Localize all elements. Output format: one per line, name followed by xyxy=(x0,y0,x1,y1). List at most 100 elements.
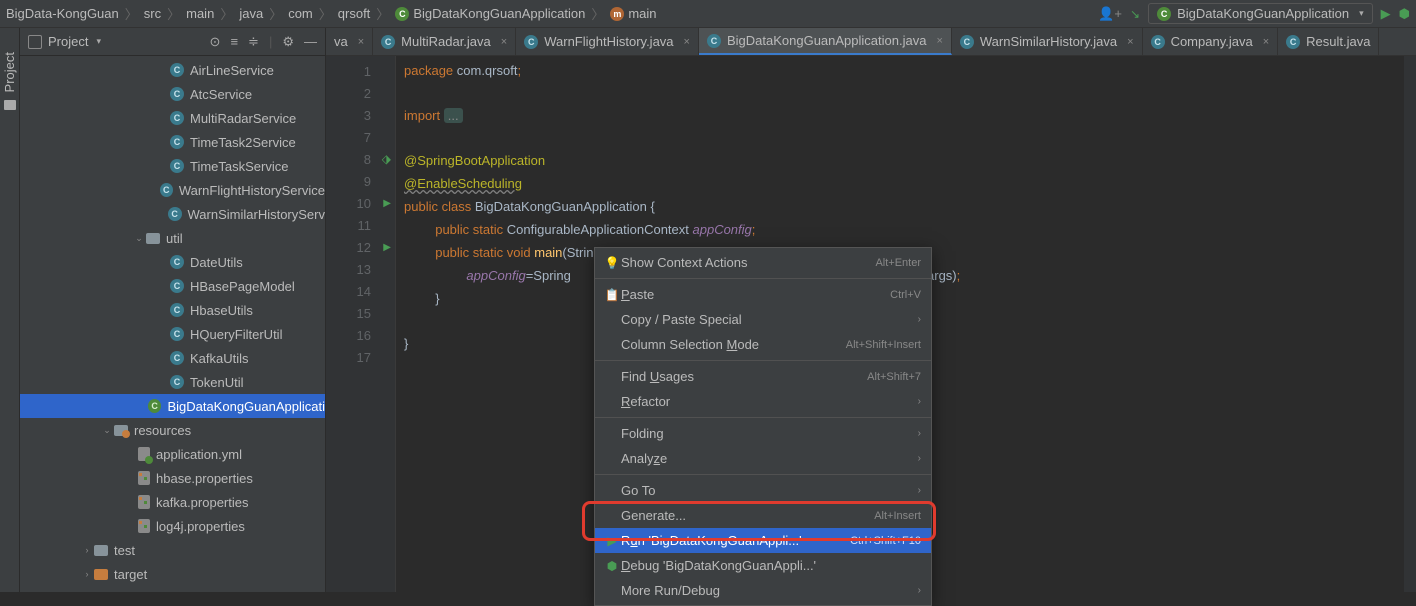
java-icon: C xyxy=(524,35,538,49)
project-tool-window: Project ⊙ ≡ ≑ | ⚙ — CAirLineService CAtc… xyxy=(20,28,326,592)
run-config-selector[interactable]: CBigDataKongGuanApplication xyxy=(1148,3,1373,24)
left-stripe: Project xyxy=(0,28,20,592)
divider-icon: | xyxy=(269,34,272,49)
tree-item[interactable]: CTokenUtil xyxy=(20,370,325,394)
tree-item[interactable]: CDateUtils xyxy=(20,250,325,274)
java-icon: C xyxy=(1286,35,1300,49)
java-icon: C xyxy=(1151,35,1165,49)
ctx-goto[interactable]: Go To› xyxy=(595,478,931,503)
ctx-debug[interactable]: ⬢Debug 'BigDataKongGuanAppli...' xyxy=(595,553,931,578)
ctx-find-usages[interactable]: Find UsagesAlt+Shift+7 xyxy=(595,364,931,389)
select-opened-file-icon[interactable]: ⊙ xyxy=(210,34,221,50)
collapse-all-icon[interactable]: ≑ xyxy=(248,34,259,50)
paste-icon: 📋 xyxy=(603,288,621,302)
breadcrumb-item[interactable]: CBigDataKongGuanApplication〉 xyxy=(395,4,606,23)
separator xyxy=(595,417,931,418)
close-icon[interactable]: × xyxy=(358,36,364,48)
java-icon: C xyxy=(707,34,721,48)
folder-icon xyxy=(4,100,16,110)
line-gutter[interactable]: 1 2 3 7 8⬗ 9 10▶ 11 12▶ 13 14 15 16 17 xyxy=(326,56,396,592)
play-icon: ▶ xyxy=(603,534,621,548)
breadcrumb-item[interactable]: mmain xyxy=(610,6,656,21)
chevron-right-icon: › xyxy=(918,453,921,464)
editor-tab[interactable]: CWarnFlightHistory.java× xyxy=(516,28,699,55)
close-icon[interactable]: × xyxy=(501,36,507,48)
tree-item[interactable]: CHQueryFilterUtil xyxy=(20,322,325,346)
ctx-folding[interactable]: Folding› xyxy=(595,421,931,446)
editor-tab[interactable]: CWarnSimilarHistory.java× xyxy=(952,28,1143,55)
ctx-generate[interactable]: Generate...Alt+Insert xyxy=(595,503,931,528)
run-gutter-icon[interactable]: ▶ xyxy=(383,242,391,253)
ctx-more-run[interactable]: More Run/Debug› xyxy=(595,578,931,603)
tree-folder-util[interactable]: ⌄util xyxy=(20,226,325,250)
person-plus-icon[interactable]: 👤+ xyxy=(1098,6,1122,22)
navigation-bar: BigData-KongGuan〉 src〉 main〉 java〉 com〉 … xyxy=(0,0,1416,28)
project-title[interactable]: Project xyxy=(48,34,101,49)
breadcrumb-item[interactable]: main〉 xyxy=(186,4,235,23)
java-icon: C xyxy=(381,35,395,49)
breadcrumb-item[interactable]: qrsoft〉 xyxy=(338,4,392,23)
ctx-show-actions[interactable]: 💡Show Context ActionsAlt+Enter xyxy=(595,250,931,275)
tree-folder-target[interactable]: ›target xyxy=(20,562,325,586)
expand-all-icon[interactable]: ≡ xyxy=(230,34,238,49)
chevron-right-icon: › xyxy=(918,585,921,596)
tree-item[interactable]: CHBasePageModel xyxy=(20,274,325,298)
breadcrumb-item[interactable]: java〉 xyxy=(239,4,284,23)
hide-icon[interactable]: — xyxy=(304,34,317,49)
bulb-icon: 💡 xyxy=(603,256,621,270)
ctx-analyze[interactable]: Analyze› xyxy=(595,446,931,471)
right-gutter xyxy=(1404,56,1416,592)
tree-folder-resources[interactable]: ⌄resources xyxy=(20,418,325,442)
ctx-run[interactable]: ▶Run 'BigDataKongGuanAppli...'Ctrl+Shift… xyxy=(595,528,931,553)
breadcrumb-item[interactable]: BigData-KongGuan〉 xyxy=(6,4,140,23)
breadcrumb-item[interactable]: com〉 xyxy=(288,4,334,23)
bug-icon: ⬢ xyxy=(603,559,621,573)
project-tree[interactable]: CAirLineService CAtcService CMultiRadarS… xyxy=(20,56,325,592)
project-header: Project ⊙ ≡ ≑ | ⚙ — xyxy=(20,28,325,56)
separator xyxy=(595,278,931,279)
tree-item[interactable]: CKafkaUtils xyxy=(20,346,325,370)
editor-tab[interactable]: CResult.java xyxy=(1278,28,1379,55)
tree-item[interactable]: CAirLineService xyxy=(20,58,325,82)
separator xyxy=(595,474,931,475)
tree-item[interactable]: CWarnFlightHistoryService xyxy=(20,178,325,202)
close-icon[interactable]: × xyxy=(1127,36,1133,48)
bean-icon[interactable]: ⬗ xyxy=(382,152,391,166)
tree-item[interactable]: kafka.properties xyxy=(20,490,325,514)
tree-item[interactable]: CTimeTaskService xyxy=(20,154,325,178)
build-icon[interactable]: ↘ xyxy=(1130,7,1140,21)
tree-item[interactable]: hbase.properties xyxy=(20,466,325,490)
close-icon[interactable]: × xyxy=(684,36,690,48)
ctx-column-mode[interactable]: Column Selection ModeAlt+Shift+Insert xyxy=(595,332,931,357)
project-view-icon xyxy=(28,35,42,49)
editor-tab[interactable]: CCompany.java× xyxy=(1143,28,1279,55)
toolbar-right: 👤+ ↘ CBigDataKongGuanApplication ▶ ⬢ xyxy=(1098,3,1410,24)
project-tool-button[interactable]: Project xyxy=(2,52,17,92)
tree-item-selected[interactable]: CBigDataKongGuanApplicati xyxy=(20,394,325,418)
chevron-right-icon: › xyxy=(918,485,921,496)
ctx-refactor[interactable]: Refactor› xyxy=(595,389,931,414)
tree-item[interactable]: CWarnSimilarHistoryServ xyxy=(20,202,325,226)
ctx-paste[interactable]: 📋PasteCtrl+V xyxy=(595,282,931,307)
run-gutter-icon[interactable]: ▶ xyxy=(383,198,391,209)
settings-icon[interactable]: ⚙ xyxy=(282,34,294,50)
close-icon[interactable]: × xyxy=(1263,36,1269,48)
tree-item[interactable]: CAtcService xyxy=(20,82,325,106)
ctx-copy-paste-special[interactable]: Copy / Paste Special› xyxy=(595,307,931,332)
editor-tab[interactable]: va× xyxy=(326,28,373,55)
tree-item[interactable]: application.yml xyxy=(20,442,325,466)
run-icon[interactable]: ▶ xyxy=(1381,6,1391,22)
tree-item[interactable]: log4j.properties xyxy=(20,514,325,538)
breadcrumb-item[interactable]: src〉 xyxy=(144,4,182,23)
debug-icon[interactable]: ⬢ xyxy=(1399,6,1410,22)
tree-item[interactable]: CMultiRadarService xyxy=(20,106,325,130)
editor-tab[interactable]: CMultiRadar.java× xyxy=(373,28,516,55)
tree-item[interactable]: CTimeTask2Service xyxy=(20,130,325,154)
editor-tab-active[interactable]: CBigDataKongGuanApplication.java× xyxy=(699,28,952,55)
fold-region[interactable]: ... xyxy=(444,108,463,123)
tree-item[interactable]: CHbaseUtils xyxy=(20,298,325,322)
tree-folder-test[interactable]: ›test xyxy=(20,538,325,562)
close-icon[interactable]: × xyxy=(936,35,942,47)
java-icon: C xyxy=(960,35,974,49)
context-menu: 💡Show Context ActionsAlt+Enter 📋PasteCtr… xyxy=(594,247,932,606)
